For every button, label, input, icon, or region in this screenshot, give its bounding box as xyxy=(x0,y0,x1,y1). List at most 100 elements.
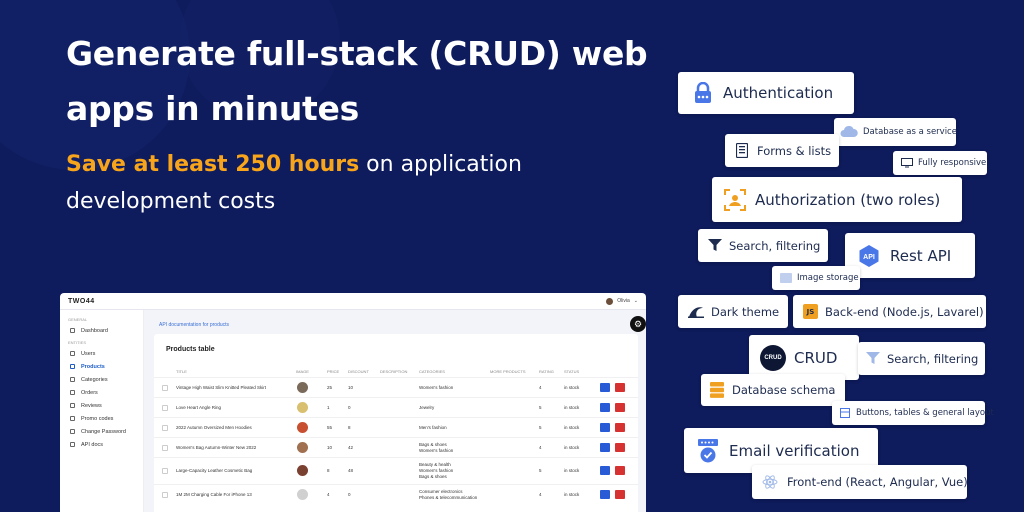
feature-label: Front-end (React, Angular, Vue) xyxy=(787,475,968,489)
feature-authentication: Authentication xyxy=(678,72,854,114)
cell-category: Women's fashion xyxy=(419,448,454,453)
api-badge: API xyxy=(863,254,875,261)
avatar xyxy=(606,297,614,305)
col-discount[interactable]: DISCOUNT xyxy=(348,369,369,374)
feature-db-service: Database as a service xyxy=(834,118,957,146)
verified-icon xyxy=(696,438,720,464)
cell-rating: 5 xyxy=(539,405,542,410)
database-icon xyxy=(710,382,724,398)
view-button[interactable] xyxy=(600,466,610,475)
gear-icon[interactable]: ⚙ xyxy=(630,316,646,332)
feature-rest-api: API Rest API xyxy=(845,233,975,278)
sidebar-item-label: Dashboard xyxy=(81,327,108,334)
subline: Save at least 250 hours on application d… xyxy=(66,146,626,220)
cell-price: 25 xyxy=(327,385,333,390)
col-status[interactable]: STATUS xyxy=(564,369,579,374)
list-icon xyxy=(735,143,749,159)
view-button[interactable] xyxy=(600,490,610,499)
filter-icon xyxy=(708,239,722,253)
row-checkbox[interactable] xyxy=(162,468,168,474)
main-content: API documentation for products ⚙ Product… xyxy=(144,310,646,512)
col-rating[interactable]: RATING xyxy=(539,369,554,374)
col-more-products[interactable]: MORE PRODUCTS xyxy=(490,369,526,374)
sidebar-item-users[interactable]: Users xyxy=(60,347,143,360)
sidebar-item-label: Products xyxy=(81,363,105,370)
delete-button[interactable] xyxy=(615,423,625,432)
cell-status: in stock xyxy=(564,445,580,450)
table-row: 2022 Autumn Oversized Men Hoodies 55 8 Men'… xyxy=(154,417,638,437)
filter-icon xyxy=(866,352,880,366)
col-categories[interactable]: CATEGORIES xyxy=(419,369,445,374)
cell-status: in stock xyxy=(564,385,580,390)
table-icon xyxy=(70,364,75,369)
row-checkbox[interactable] xyxy=(162,425,168,431)
table-row: Large-Capacity Leather Cosmetic Bag 8 48 Be… xyxy=(154,457,638,484)
file-icon xyxy=(70,442,75,447)
app-logo: TWO44 xyxy=(68,297,95,305)
react-icon xyxy=(762,474,778,490)
row-checkbox[interactable] xyxy=(162,492,168,498)
view-button[interactable] xyxy=(600,383,610,392)
feature-label: Database as a service xyxy=(863,127,957,137)
crud-icon: CRUD xyxy=(760,344,786,371)
sidebar-item-change-password[interactable]: Change Password xyxy=(60,425,143,438)
products-card: Products table TITLE IMAGE PRICE DISCOUN… xyxy=(154,334,638,512)
view-button[interactable] xyxy=(600,443,610,452)
sidebar-item-promo-codes[interactable]: Promo codes xyxy=(60,412,143,425)
col-description[interactable]: DESCRIPTION xyxy=(380,369,407,374)
feature-label: Forms & lists xyxy=(757,143,832,158)
lock-icon xyxy=(70,429,75,434)
cell-title: 2022 Autumn Oversized Men Hoodies xyxy=(176,425,252,430)
crud-badge: CRUD xyxy=(764,354,782,361)
cell-category: Men's fashion xyxy=(419,425,447,430)
cell-price: 55 xyxy=(327,425,333,430)
cell-title: Large-Capacity Leather Cosmetic Bag xyxy=(176,468,253,473)
sidebar-item-api-docs[interactable]: API docs xyxy=(60,438,143,451)
cell-category: Bags & shoes xyxy=(419,474,447,479)
product-thumbnail xyxy=(297,442,308,453)
cell-discount: 0 xyxy=(348,492,351,497)
sidebar-item-label: API docs xyxy=(81,441,104,448)
col-image[interactable]: IMAGE xyxy=(296,369,309,374)
user-menu[interactable]: Olivia ⌄ xyxy=(606,297,638,305)
product-thumbnail xyxy=(297,422,308,433)
sidebar-item-dashboard[interactable]: Dashboard xyxy=(60,324,143,337)
table-row: Women's Bag Autumn-Winter New 2022 10 42 Ba… xyxy=(154,437,638,457)
sidebar-heading-entities: ENTITIES xyxy=(68,340,87,345)
delete-button[interactable] xyxy=(615,466,625,475)
feature-label: CRUD xyxy=(794,348,838,367)
table-row: Vintage High Waist Slim Knitted Pleated … xyxy=(154,377,638,397)
sidebar-item-reviews[interactable]: Reviews xyxy=(60,399,143,412)
cell-discount: 10 xyxy=(348,385,354,390)
delete-button[interactable] xyxy=(615,443,625,452)
product-thumbnail xyxy=(297,382,308,393)
subline-pre: Save at least xyxy=(66,152,236,177)
feature-label: Database schema xyxy=(732,383,836,397)
sidebar-item-categories[interactable]: Categories xyxy=(60,373,143,386)
col-title[interactable]: TITLE xyxy=(176,369,187,374)
feature-dark-theme: Dark theme xyxy=(678,295,788,328)
lock-icon xyxy=(692,82,714,104)
delete-button[interactable] xyxy=(615,403,625,412)
view-button[interactable] xyxy=(600,423,610,432)
sidebar-item-label: Reviews xyxy=(81,402,102,409)
cell-discount: 0 xyxy=(348,405,351,410)
image-icon xyxy=(780,273,792,283)
feature-label: Image storage xyxy=(797,273,859,283)
col-price[interactable]: PRICE xyxy=(327,369,339,374)
delete-button[interactable] xyxy=(615,490,625,499)
sidebar-item-label: Users xyxy=(81,350,96,357)
feature-label: Rest API xyxy=(890,246,952,265)
row-checkbox[interactable] xyxy=(162,445,168,451)
sidebar-item-orders[interactable]: Orders xyxy=(60,386,143,399)
delete-button[interactable] xyxy=(615,383,625,392)
row-checkbox[interactable] xyxy=(162,405,168,411)
feature-label: Dark theme xyxy=(711,304,780,319)
feature-authorization: Authorization (two roles) xyxy=(712,177,962,222)
view-button[interactable] xyxy=(600,403,610,412)
row-checkbox[interactable] xyxy=(162,385,168,391)
api-docs-link[interactable]: API documentation for products xyxy=(159,322,229,328)
cell-category: Women's fashion xyxy=(419,385,454,390)
sidebar-item-products[interactable]: Products xyxy=(60,360,143,373)
table-row: Love Heart Angle Ring 1 0 Jewelry 5 in stock xyxy=(154,397,638,417)
